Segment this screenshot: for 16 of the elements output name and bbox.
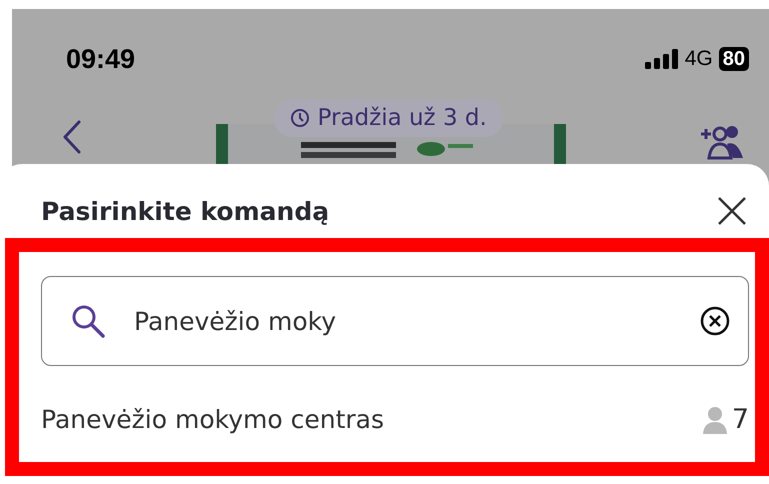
person-icon [702,406,728,434]
network-label: 4G [684,47,713,71]
search-icon [70,303,106,339]
close-icon[interactable] [717,196,747,226]
back-icon[interactable] [62,120,82,154]
clock-icon [290,108,310,128]
start-text: Pradžia už 3 d. [318,105,487,131]
signal-icon [644,49,679,69]
status-time: 09:49 [66,44,136,74]
search-field[interactable]: Panevėžio moky [41,276,749,366]
search-value: Panevėžio moky [134,306,338,336]
battery-level: 80 [718,47,749,71]
clear-icon[interactable] [700,306,730,336]
sheet-title: Pasirinkite komandą [41,196,330,226]
member-count: 7 [732,404,749,435]
team-item[interactable]: Panevėžio mokymo centras 7 [41,366,749,435]
